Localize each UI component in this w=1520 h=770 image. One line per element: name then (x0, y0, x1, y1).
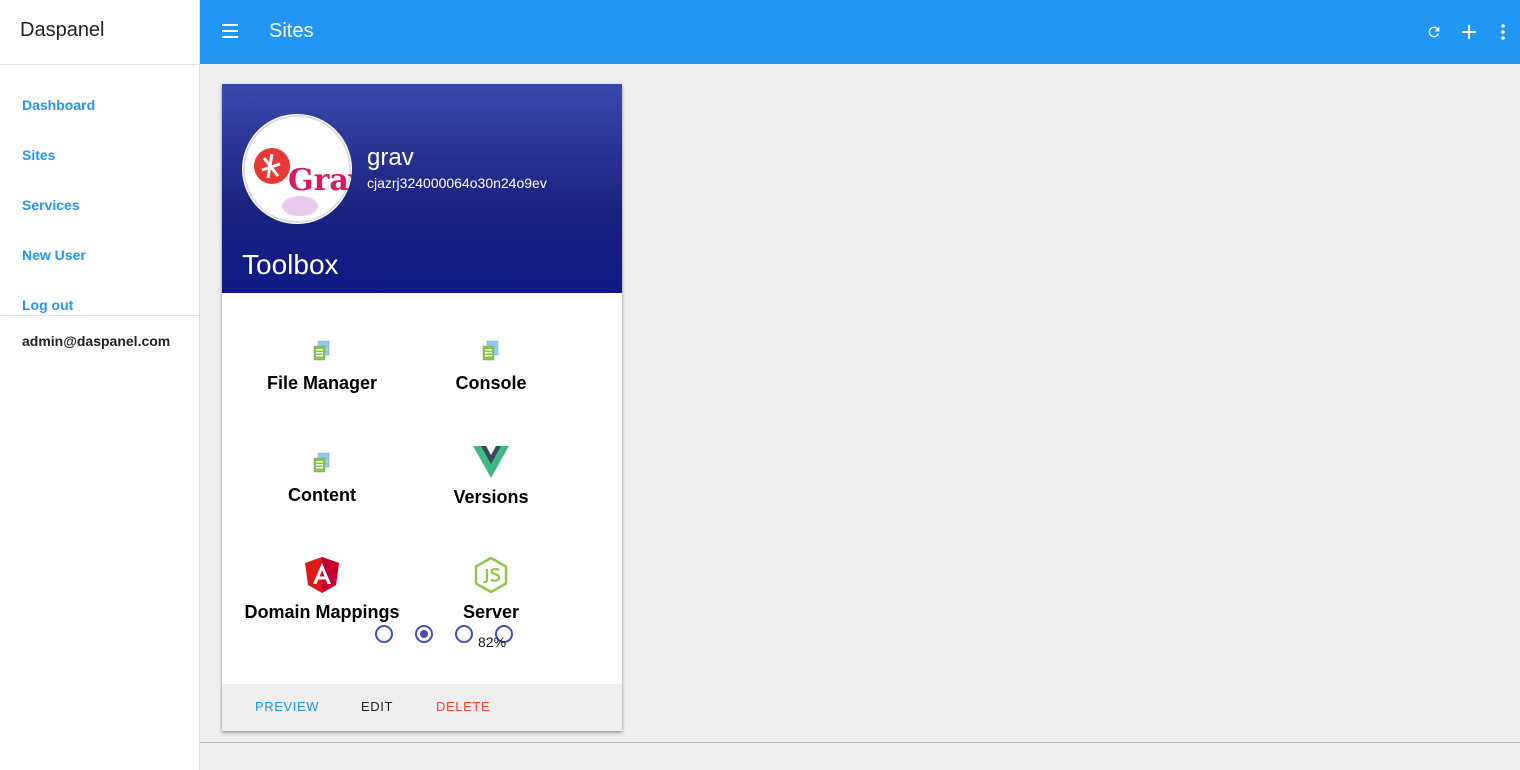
tool-label: Console (455, 373, 527, 393)
site-name: grav (367, 144, 414, 171)
carousel-dot-active[interactable] (415, 625, 433, 643)
card-actions: PREVIEW EDIT DELETE (222, 684, 622, 731)
preview-button[interactable]: PREVIEW (255, 699, 319, 714)
card-header: Grav grav cjazrj324000064o30n24o9ev Tool… (222, 84, 622, 293)
tool-versions[interactable]: Versions (406, 446, 576, 508)
vue-logo-icon (473, 446, 509, 478)
footer-divider (200, 742, 1520, 743)
file-icon (313, 340, 330, 361)
sidebar-item-new-user[interactable]: New User (0, 230, 199, 280)
site-id: cjazrj324000064o30n24o9ev (367, 175, 547, 191)
sidebar-item-dashboard[interactable]: Dashboard (0, 80, 199, 130)
page-title: Sites (269, 20, 314, 42)
tool-content[interactable]: Content (237, 450, 407, 506)
tool-label: File Manager (266, 373, 378, 393)
top-app-bar: Sites (200, 0, 1520, 64)
tool-domain-mappings[interactable]: Domain Mappings (237, 557, 407, 623)
file-icon (313, 452, 330, 473)
carousel-dot[interactable] (375, 625, 393, 643)
edit-button[interactable]: EDIT (361, 699, 393, 714)
more-vert-icon[interactable] (1490, 19, 1516, 45)
delete-button[interactable]: DELETE (436, 699, 490, 714)
tool-server[interactable]: Server (406, 557, 576, 623)
app-title: Daspanel (0, 0, 199, 65)
sidebar: Daspanel Dashboard Sites Services New Us… (0, 0, 200, 770)
angular-logo-icon (305, 557, 339, 593)
sidebar-nav: Dashboard Sites Services New User Log ou… (0, 65, 199, 316)
file-icon (482, 340, 499, 361)
grav-logo-icon: Grav (243, 115, 352, 223)
sidebar-item-services[interactable]: Services (0, 180, 199, 230)
add-icon[interactable] (1456, 19, 1482, 45)
tool-file-manager[interactable]: File Manager (237, 338, 407, 394)
site-avatar: Grav (242, 114, 352, 224)
hamburger-icon[interactable] (219, 18, 241, 44)
nodejs-logo-icon (474, 557, 508, 593)
sidebar-item-sites[interactable]: Sites (0, 130, 199, 180)
tool-console[interactable]: Console (406, 338, 576, 394)
tool-label: Content (288, 485, 356, 505)
progress-percent: 82% (478, 634, 507, 650)
card-title: Toolbox (242, 249, 339, 280)
carousel-dot[interactable] (455, 625, 473, 643)
site-card: Grav grav cjazrj324000064o30n24o9ev Tool… (222, 84, 622, 731)
tool-label: Server (462, 602, 520, 622)
tool-label: Domain Mappings (244, 602, 400, 622)
refresh-icon[interactable] (1421, 19, 1447, 45)
avatar-logo-text: Grav (288, 163, 352, 198)
tool-label: Versions (453, 487, 529, 507)
